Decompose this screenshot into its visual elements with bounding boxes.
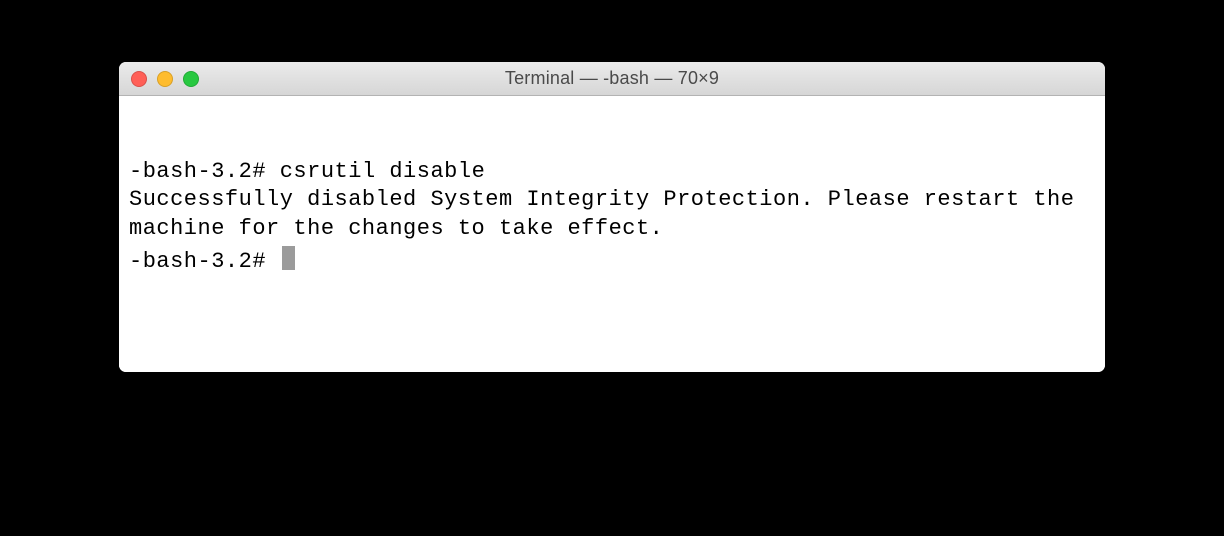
cursor-block (282, 246, 295, 270)
terminal-window: Terminal — -bash — 70×9 -bash-3.2# csrut… (119, 62, 1105, 372)
prompt-text: -bash-3.2# (129, 159, 280, 184)
traffic-lights (131, 71, 199, 87)
zoom-button[interactable] (183, 71, 199, 87)
terminal-output: -bash-3.2# csrutil disableSuccessfully d… (129, 102, 1095, 332)
window-title: Terminal — -bash — 70×9 (119, 68, 1105, 89)
output-text: Successfully disabled System Integrity P… (129, 186, 1095, 242)
terminal-content[interactable]: -bash-3.2# csrutil disableSuccessfully d… (119, 96, 1105, 372)
close-button[interactable] (131, 71, 147, 87)
window-titlebar[interactable]: Terminal — -bash — 70×9 (119, 62, 1105, 96)
command-text: csrutil disable (280, 159, 486, 184)
prompt-text: -bash-3.2# (129, 248, 280, 276)
minimize-button[interactable] (157, 71, 173, 87)
